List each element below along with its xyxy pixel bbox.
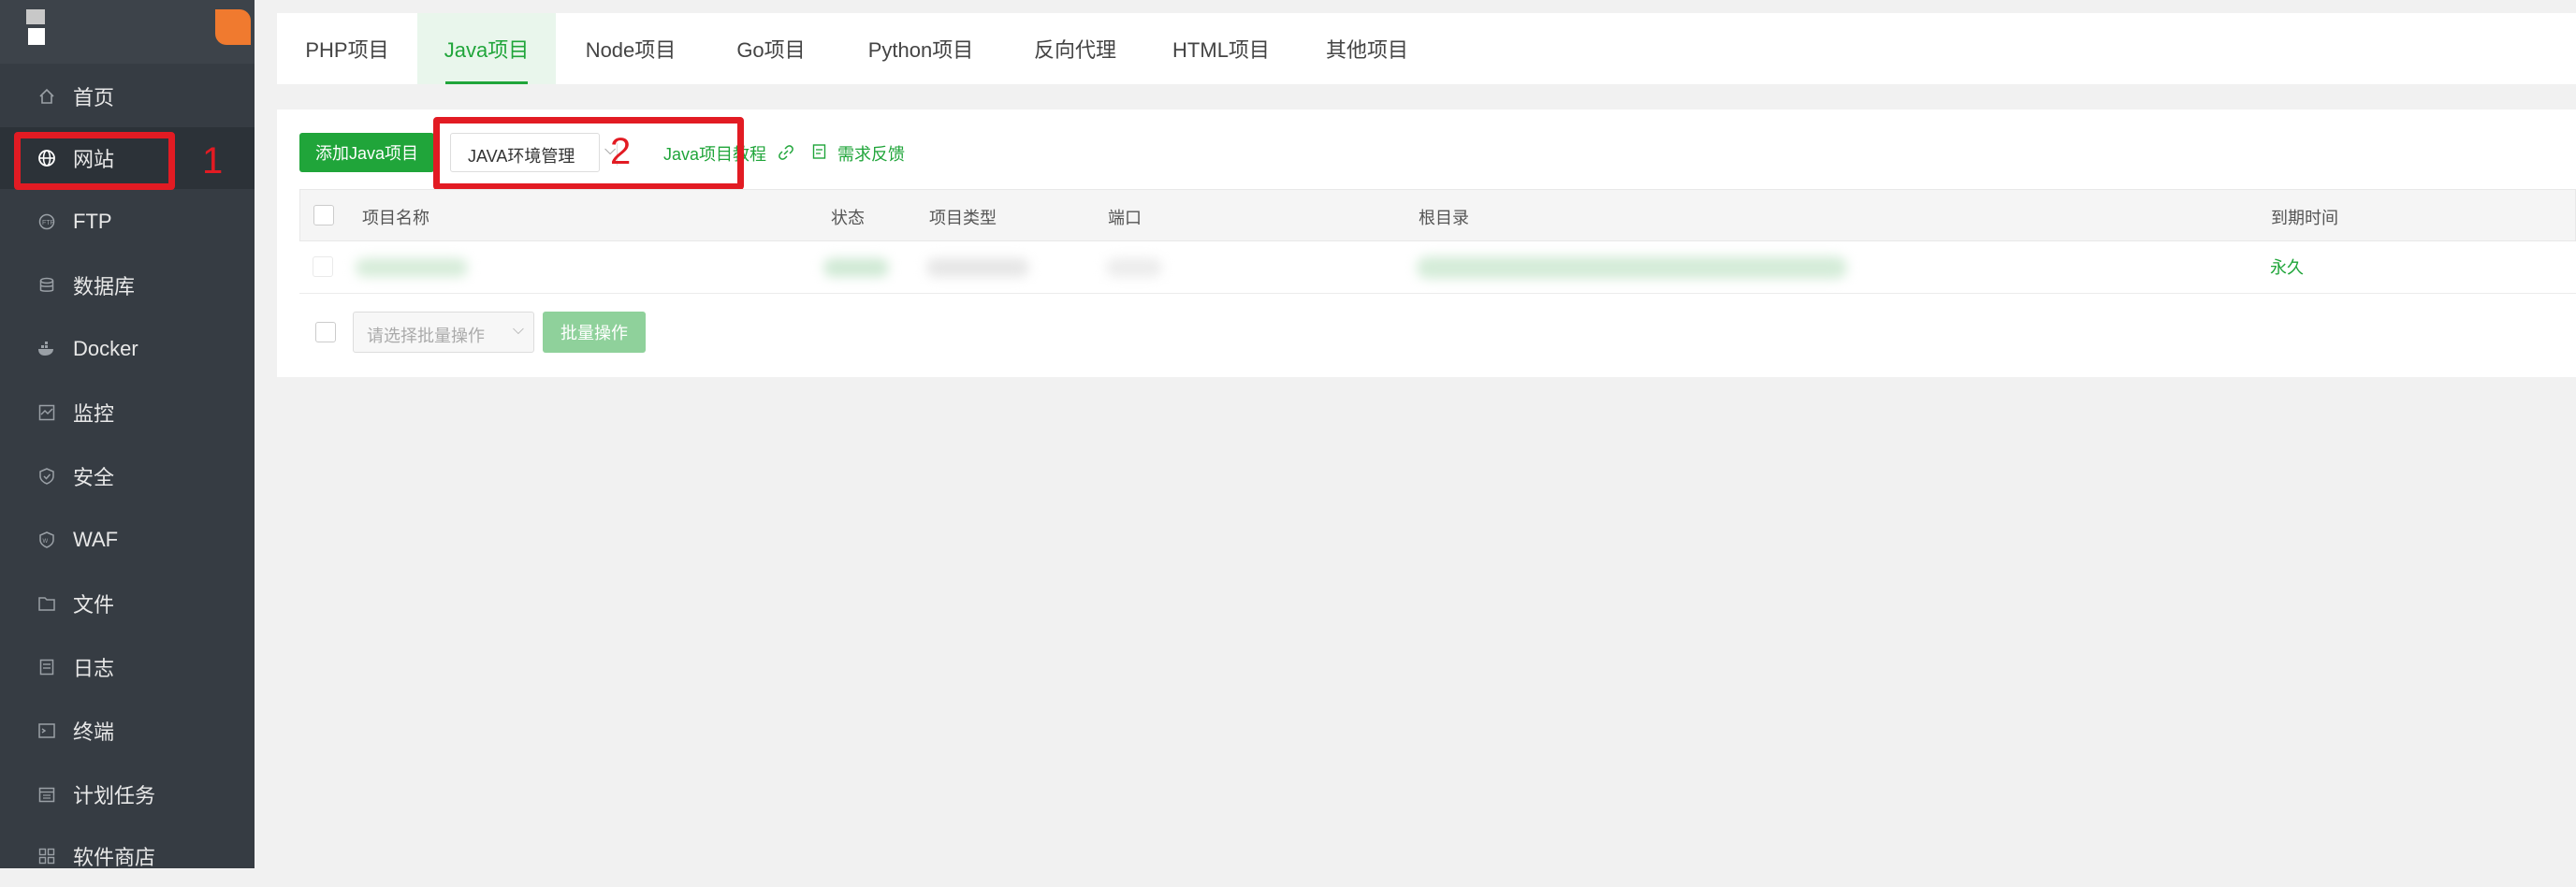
feedback-icon — [812, 143, 827, 165]
tab-go[interactable]: Go项目 — [706, 13, 837, 84]
database-icon — [37, 276, 56, 295]
annotation-number-1: 1 — [202, 140, 224, 182]
sidebar-item-terminal[interactable]: 终端 — [0, 700, 255, 762]
terminal-icon — [37, 721, 56, 740]
column-header: 状态 — [831, 209, 865, 227]
tab-label: 反向代理 — [1033, 38, 1116, 62]
sidebar-item-label: 安全 — [73, 466, 115, 489]
log-icon — [37, 658, 56, 676]
column-header: 根目录 — [1419, 209, 1469, 227]
tab-reverse-proxy[interactable]: 反向代理 — [1005, 13, 1145, 84]
sidebar-item-security[interactable]: 安全 — [0, 445, 255, 507]
monitor-icon — [37, 403, 56, 422]
tab-html[interactable]: HTML项目 — [1145, 13, 1297, 84]
status-redacted — [823, 258, 889, 277]
shield-icon — [37, 467, 56, 486]
batch-operation-select[interactable]: 请选择批量操作 ⌵ — [353, 312, 534, 353]
sidebar-item-label: 监控 — [73, 402, 115, 426]
tab-label: 其他项目 — [1325, 38, 1408, 62]
sidebar-item-label: 日志 — [73, 657, 115, 680]
apps-icon — [37, 847, 56, 865]
folder-icon — [37, 594, 56, 613]
column-header: 端口 — [1108, 209, 1142, 227]
sidebar-item-label: 文件 — [73, 593, 115, 617]
svg-text:W: W — [43, 539, 49, 545]
tab-php[interactable]: PHP项目 — [277, 13, 417, 84]
sidebar-item-label: 软件商店 — [73, 846, 156, 869]
batch-operation-button[interactable]: 批量操作 — [543, 312, 646, 353]
sidebar-item-files[interactable]: 文件 — [0, 573, 255, 634]
project-name-redacted[interactable] — [356, 258, 468, 277]
sidebar-item-waf[interactable]: W WAF — [0, 509, 255, 571]
sidebar-item-label: WAF — [73, 528, 119, 551]
link-icon — [779, 145, 793, 165]
sidebar-item-home[interactable]: 首页 — [0, 65, 255, 127]
logo-icon[interactable] — [26, 9, 47, 47]
annotation-number-2: 2 — [610, 131, 632, 172]
logo-badge-icon — [215, 9, 251, 45]
table-header: 项目名称 状态 项目类型 端口 根目录 到期时间 — [299, 189, 2576, 241]
sidebar-item-label: Docker — [73, 337, 138, 360]
sidebar-item-database[interactable]: 数据库 — [0, 254, 255, 316]
batch-select-checkbox[interactable] — [315, 322, 336, 342]
logo-bar — [0, 0, 255, 64]
sidebar-item-label: FTP — [73, 210, 112, 233]
sidebar-item-label: 计划任务 — [73, 784, 156, 807]
add-java-project-button[interactable]: 添加Java项目 — [299, 133, 434, 172]
tab-other[interactable]: 其他项目 — [1297, 13, 1437, 84]
tab-java[interactable]: Java项目 — [417, 13, 556, 84]
column-header: 项目类型 — [929, 209, 997, 227]
project-type-tabs: PHP项目 Java项目 Node项目 Go项目 Python项目 反向代理 H… — [277, 13, 2576, 84]
sidebar-item-monitor[interactable]: 监控 — [0, 382, 255, 444]
port-redacted — [1106, 258, 1162, 277]
tab-label: Java项目 — [444, 38, 530, 62]
column-header[interactable]: 项目名称 — [362, 205, 429, 229]
sidebar-item-app-store[interactable]: 软件商店 — [0, 825, 255, 887]
tab-label: Node项目 — [585, 38, 677, 62]
sidebar-item-cron[interactable]: 计划任务 — [0, 763, 255, 825]
tab-label: HTML项目 — [1172, 38, 1270, 62]
project-type-redacted — [926, 258, 1029, 277]
highlight-box-java-env — [433, 117, 744, 190]
sidebar-item-logs[interactable]: 日志 — [0, 636, 255, 698]
row-checkbox[interactable] — [313, 256, 333, 277]
tab-label: Python项目 — [867, 38, 974, 62]
tab-node[interactable]: Node项目 — [556, 13, 706, 84]
tab-label: Go项目 — [736, 38, 806, 62]
sidebar-item-ftp[interactable]: FTP FTP — [0, 191, 255, 253]
sidebar: 首页 网站 FTP FTP 数据库 Docker 监控 安全 W WAF 文件 … — [0, 0, 255, 869]
tab-python[interactable]: Python项目 — [837, 13, 1005, 84]
tab-label: PHP项目 — [305, 38, 389, 62]
feedback-link-label: 需求反馈 — [837, 145, 906, 164]
calendar-icon — [37, 785, 56, 804]
feedback-link[interactable]: 需求反馈 — [812, 141, 905, 166]
batch-select-placeholder: 请选择批量操作 — [367, 327, 485, 345]
chevron-down-icon: ⌵ — [512, 322, 524, 338]
sidebar-item-label: 终端 — [73, 720, 115, 744]
home-icon — [37, 87, 56, 106]
sidebar-item-label: 数据库 — [73, 275, 136, 298]
sidebar-item-label: 首页 — [73, 86, 115, 109]
highlight-box-website — [14, 132, 175, 190]
table-row[interactable] — [299, 241, 2576, 294]
expiry-value[interactable]: 永久 — [2270, 254, 2304, 279]
svg-text:FTP: FTP — [42, 220, 55, 226]
root-directory-redacted[interactable] — [1417, 256, 1847, 279]
docker-icon — [37, 340, 56, 358]
ftp-icon: FTP — [37, 212, 56, 231]
sidebar-item-docker[interactable]: Docker — [0, 318, 255, 380]
waf-icon: W — [37, 531, 56, 549]
column-header[interactable]: 到期时间 — [2271, 205, 2338, 229]
select-all-checkbox[interactable] — [313, 205, 334, 225]
